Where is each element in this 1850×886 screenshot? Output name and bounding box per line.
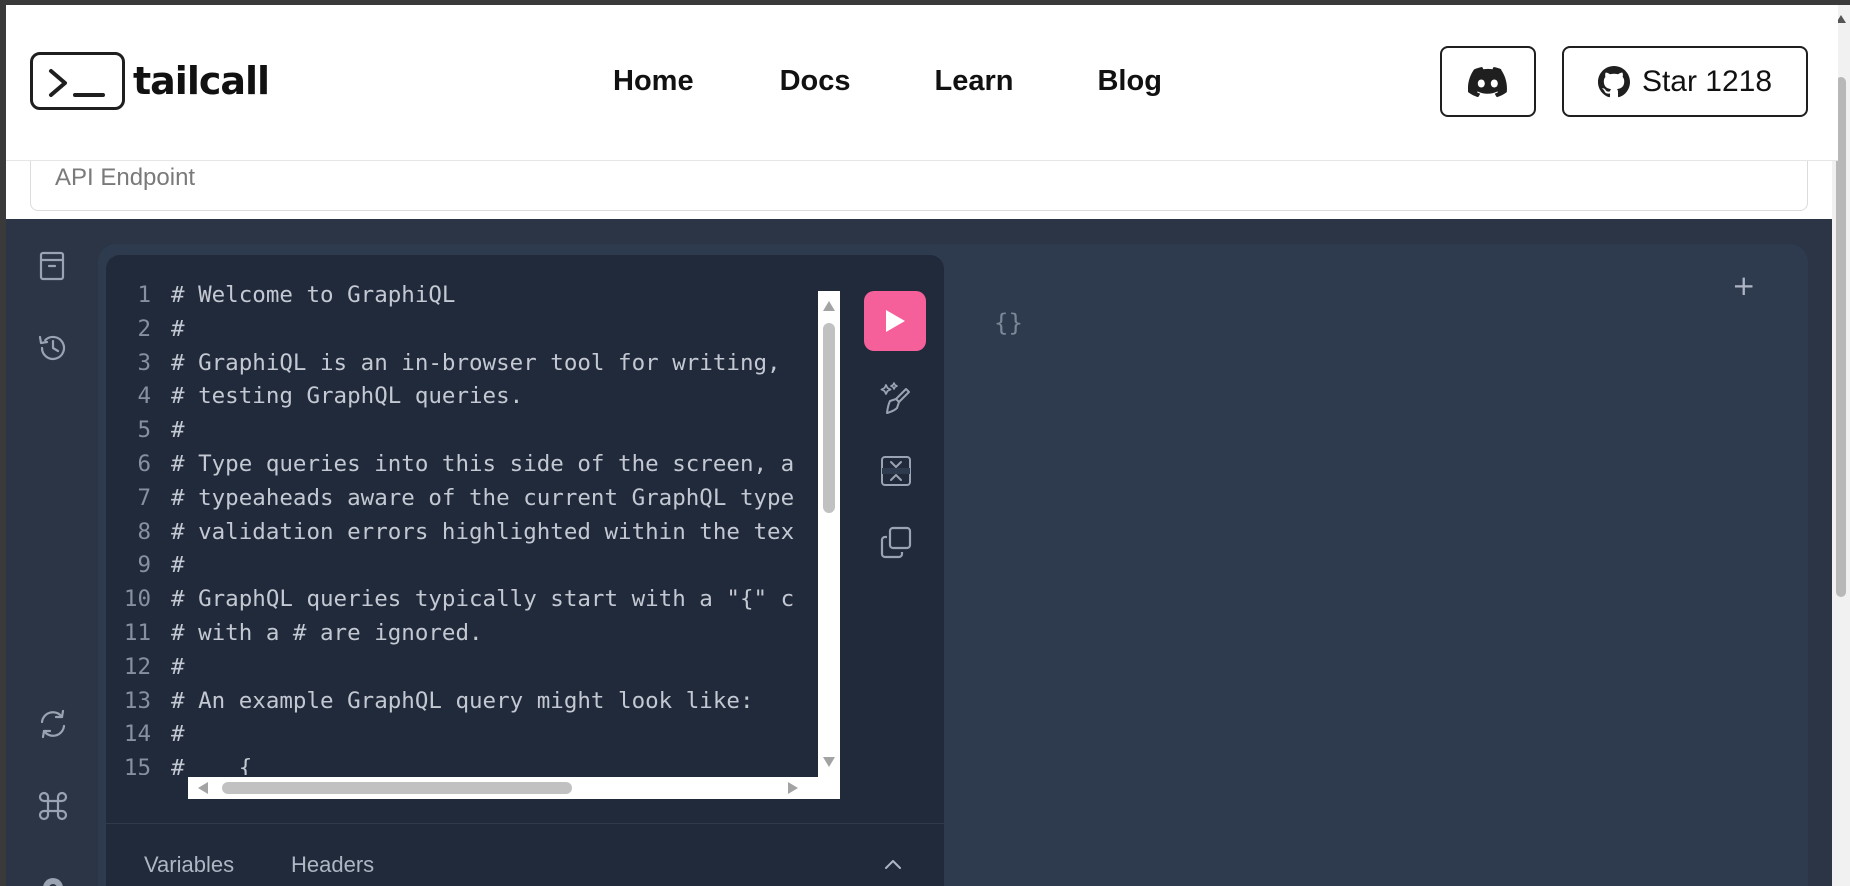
code-line: 5 #: [106, 414, 794, 448]
code-text: # GraphiQL is an in-browser tool for wri…: [171, 349, 781, 376]
github-icon: [1597, 65, 1630, 97]
editor-vertical-scrollbar[interactable]: [818, 291, 840, 777]
nav-learn[interactable]: Learn: [935, 65, 1014, 98]
code-line: 15 # {: [106, 752, 794, 775]
logo-text: tailcall: [133, 59, 270, 103]
line-number: 15: [123, 755, 151, 775]
result-viewer: {}: [994, 309, 1023, 337]
line-number: 13: [123, 687, 151, 714]
execute-query-button[interactable]: [864, 291, 926, 351]
query-editor: 1 # Welcome to GraphiQL 2 #3 # GraphiQL is a…: [106, 255, 944, 886]
code-line: 1 # Welcome to GraphiQL: [106, 279, 794, 313]
code-text: # testing GraphQL queries.: [171, 383, 524, 410]
prettify-icon[interactable]: [878, 381, 914, 417]
code-text: # Type queries into this side of the scr…: [171, 450, 795, 477]
code-line: 14 #: [106, 718, 794, 752]
line-number: 11: [123, 619, 151, 646]
tab-variables[interactable]: Variables: [144, 852, 234, 878]
code-lines: 1 # Welcome to GraphiQL 2 #3 # GraphiQL is a…: [106, 279, 794, 775]
line-number: 8: [137, 518, 151, 545]
api-endpoint-input[interactable]: [55, 158, 655, 198]
line-number: 4: [137, 383, 151, 410]
code-line: 3 # GraphiQL is an in-browser tool for wr…: [106, 347, 794, 381]
code-line: 8 # validation errors highlighted within …: [106, 516, 794, 550]
nav-docs[interactable]: Docs: [780, 65, 851, 98]
line-number: 12: [123, 653, 151, 680]
code-text: #: [171, 417, 185, 444]
scroll-up-arrow-icon[interactable]: [823, 301, 835, 311]
line-number: 2: [137, 315, 151, 342]
code-line: 10 # GraphQL queries typically start with…: [106, 583, 794, 617]
code-text: # with a # are ignored.: [171, 619, 483, 646]
code-line: 7 # typeaheads aware of the current Graph…: [106, 482, 794, 516]
history-icon[interactable]: [36, 331, 72, 367]
code-line: 13 # An example GraphQL query might look …: [106, 685, 794, 719]
nav-blog[interactable]: Blog: [1097, 65, 1161, 98]
code-viewport[interactable]: 1 # Welcome to GraphiQL 2 #3 # GraphiQL is a…: [106, 255, 828, 775]
code-text: #: [171, 721, 185, 748]
editor-bottom-tabs: Variables Headers: [106, 823, 944, 886]
chevron-up-icon[interactable]: [884, 858, 902, 870]
line-number: 9: [137, 552, 151, 579]
scroll-down-arrow-icon[interactable]: [823, 757, 835, 767]
graphiql-container: 1 # Welcome to GraphiQL 2 #3 # GraphiQL is a…: [6, 219, 1838, 886]
code-text: #: [171, 653, 185, 680]
vertical-scroll-thumb[interactable]: [823, 323, 835, 513]
github-star-button[interactable]: Star 1218: [1562, 46, 1808, 117]
browser-window: tailcall Home Docs Learn Blog Star 1218: [6, 5, 1838, 886]
add-tab-button[interactable]: +: [1732, 269, 1755, 302]
code-line: 12 #: [106, 651, 794, 685]
scroll-left-arrow-icon[interactable]: [198, 782, 208, 794]
refetch-schema-icon[interactable]: [36, 707, 72, 743]
copy-query-icon[interactable]: [878, 524, 914, 560]
tailcall-logo[interactable]: tailcall: [30, 52, 270, 110]
code-line: 6 # Type queries into this side of the sc…: [106, 448, 794, 482]
discord-button[interactable]: [1440, 46, 1536, 117]
documentation-explorer-icon[interactable]: [36, 249, 72, 285]
keyboard-shortcuts-icon[interactable]: [36, 789, 72, 825]
line-number: 6: [137, 450, 151, 477]
main-nav: Home Docs Learn Blog: [613, 65, 1162, 98]
code-text: # Welcome to GraphiQL: [171, 282, 456, 308]
scroll-right-arrow-icon[interactable]: [788, 782, 798, 794]
code-text: # An example GraphQL query might look li…: [171, 687, 754, 714]
code-text: #: [171, 552, 185, 579]
code-text: # validation errors highlighted within t…: [171, 518, 795, 545]
editor-horizontal-scrollbar[interactable]: [188, 777, 840, 799]
merge-fragments-icon[interactable]: [878, 453, 914, 489]
code-line: 9 #: [106, 549, 794, 583]
settings-gear-icon[interactable]: [36, 871, 72, 886]
line-number: 14: [123, 721, 151, 748]
code-line: 2 #: [106, 313, 794, 347]
code-text: # GraphQL queries typically start with a…: [171, 586, 795, 613]
code-text: # {: [171, 755, 253, 775]
code-line: 11 # with a # are ignored.: [106, 617, 794, 651]
terminal-icon: [30, 52, 125, 110]
line-number: 1: [137, 282, 151, 308]
line-number: 10: [123, 586, 151, 613]
site-header: tailcall Home Docs Learn Blog Star 1218: [6, 5, 1838, 161]
code-line: 4 # testing GraphQL queries.: [106, 380, 794, 414]
star-count-label: Star 1218: [1641, 64, 1773, 98]
discord-icon: [1468, 66, 1507, 97]
horizontal-scroll-thumb[interactable]: [222, 782, 572, 794]
endpoint-section: [6, 151, 1838, 219]
nav-home[interactable]: Home: [613, 65, 694, 98]
code-text: #: [171, 315, 185, 342]
line-number: 3: [137, 349, 151, 376]
tab-headers[interactable]: Headers: [291, 852, 374, 878]
code-text: # typeaheads aware of the current GraphQ…: [171, 484, 795, 511]
line-number: 5: [137, 417, 151, 444]
play-icon: [886, 310, 905, 332]
line-number: 7: [137, 484, 151, 511]
